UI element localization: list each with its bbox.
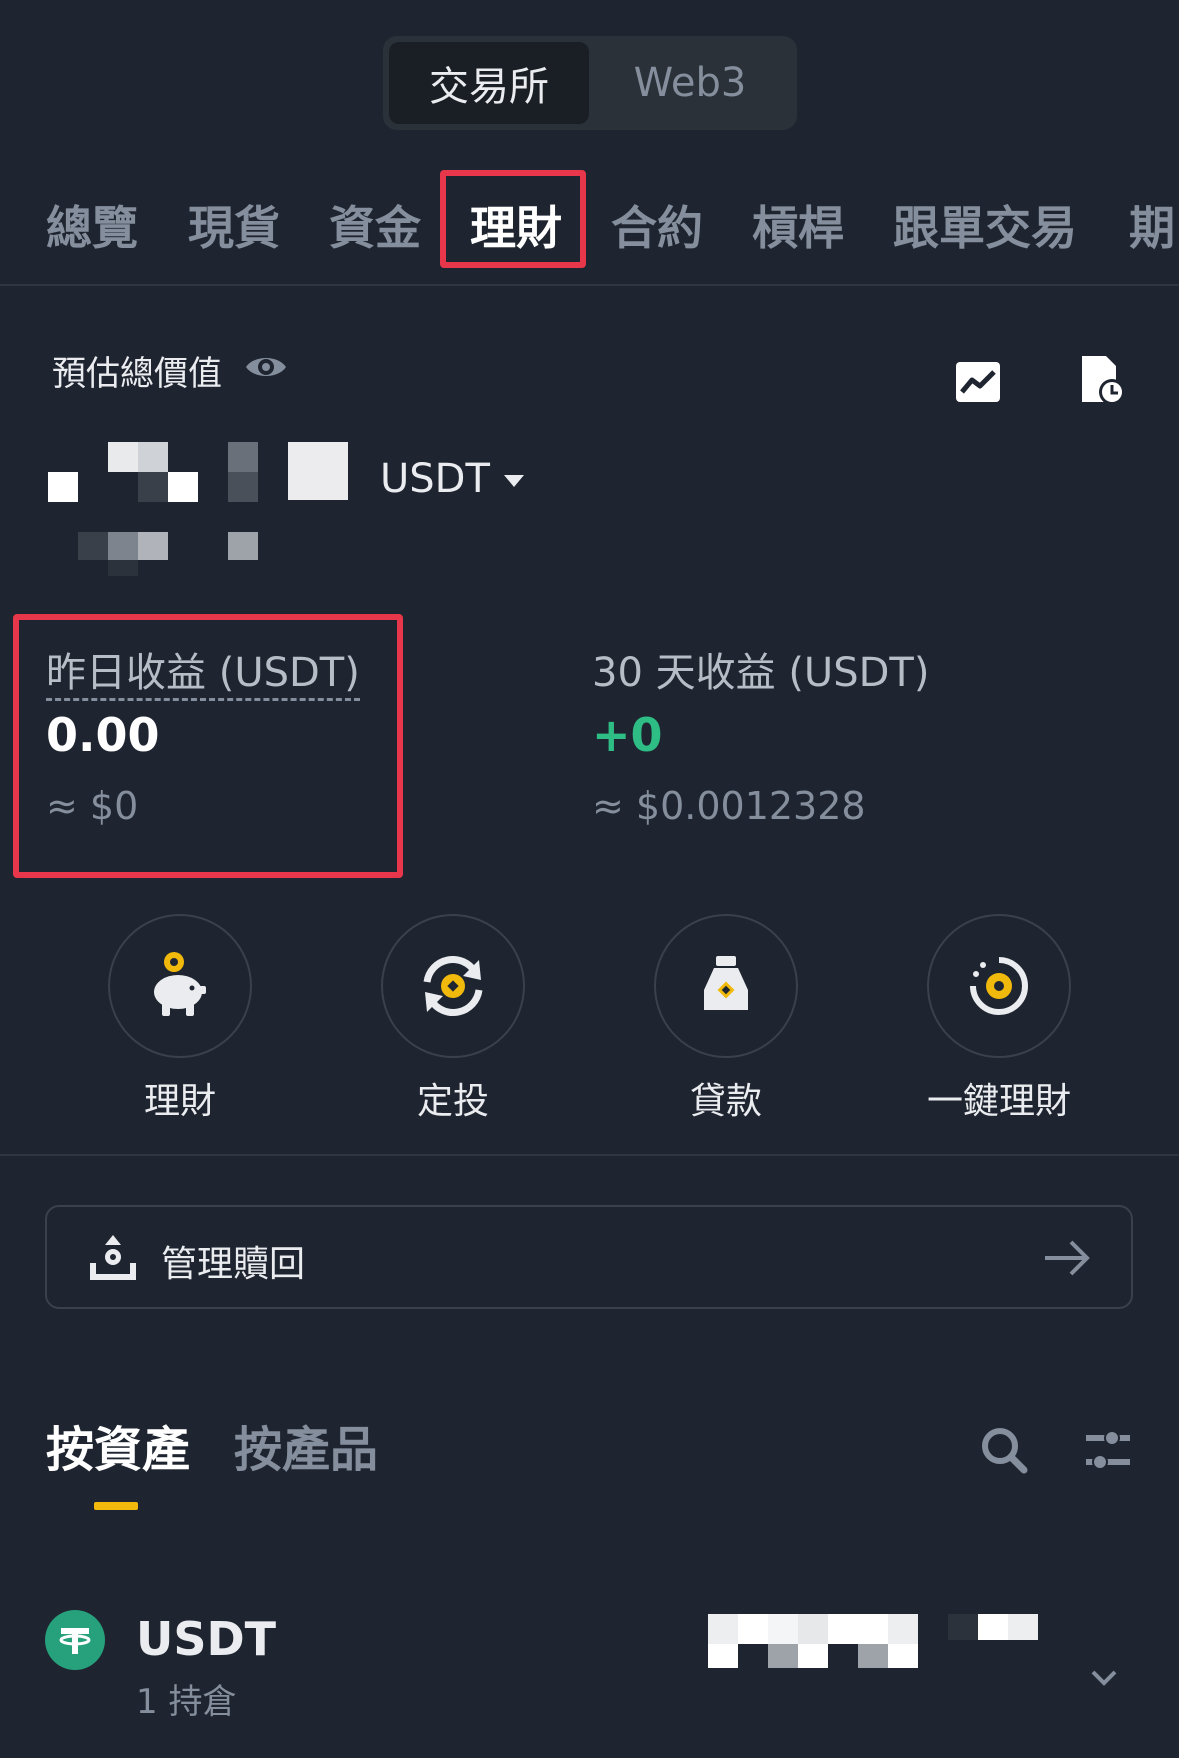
- estimated-total-label: 預估總價值: [52, 354, 222, 394]
- action-loan-label: 貸款: [689, 1081, 762, 1122]
- action-earn-label: 理財: [143, 1081, 216, 1122]
- tab-by-asset[interactable]: 按資產: [46, 1410, 190, 1480]
- filter-icon[interactable]: [1084, 1426, 1132, 1474]
- arrow-right-icon: [1045, 1240, 1090, 1276]
- manage-redeem-row[interactable]: 管理贖回: [45, 1205, 1133, 1309]
- currency-label: USDT: [380, 456, 490, 502]
- tab-overview[interactable]: 總覽: [46, 192, 138, 258]
- tab-by-product[interactable]: 按產品: [234, 1410, 378, 1480]
- category-tabs: 總覽 現貨 資金 理財 合約 槓桿 跟單交易 期: [0, 160, 1179, 284]
- piggy-bank-icon: [154, 952, 206, 1016]
- thirty-day-earnings-usd: ≈ $0.0012328: [592, 784, 866, 828]
- thirty-day-earnings-label: 30 天收益 (USDT): [592, 650, 930, 696]
- asset-positions: 1 持倉: [136, 1682, 237, 1722]
- usdt-coin-icon: [45, 1610, 105, 1670]
- action-one-click-earn-label: 一鍵理財: [926, 1081, 1071, 1122]
- highlight-box-earn-tab: [440, 170, 586, 268]
- tab-spot[interactable]: 現貨: [188, 192, 280, 258]
- exchange-web3-switch: 交易所 Web3: [383, 36, 797, 130]
- switch-web3[interactable]: Web3: [589, 42, 791, 124]
- manage-redeem-label: 管理贖回: [161, 1244, 306, 1285]
- history-icon[interactable]: [1076, 352, 1132, 408]
- action-auto-invest-label: 定投: [416, 1081, 489, 1122]
- search-icon[interactable]: [980, 1426, 1028, 1474]
- tab-futures[interactable]: 合約: [611, 192, 703, 258]
- tab-funding[interactable]: 資金: [329, 192, 421, 258]
- loan-bag-icon: [704, 956, 748, 1010]
- asset-name: USDT: [136, 1612, 277, 1666]
- tab-copy-trading[interactable]: 跟單交易: [893, 192, 1077, 258]
- caret-down-icon: [503, 475, 524, 487]
- redeem-icon: [90, 1235, 136, 1280]
- currency-selector[interactable]: USDT: [380, 456, 524, 502]
- chart-icon[interactable]: [952, 356, 1004, 408]
- action-one-click-earn[interactable]: 一鍵理財: [927, 914, 1071, 1122]
- switch-exchange[interactable]: 交易所: [389, 42, 589, 124]
- tab-options[interactable]: 期: [1129, 192, 1175, 258]
- action-earn[interactable]: 理財: [108, 914, 252, 1122]
- highlight-box-yesterday: [13, 614, 403, 878]
- thirty-day-earnings-value: +0: [592, 708, 663, 762]
- auto-invest-icon: [423, 956, 483, 1016]
- action-auto-invest[interactable]: 定投: [381, 914, 525, 1122]
- one-click-icon: [970, 957, 1028, 1015]
- chevron-down-icon[interactable]: [1090, 1668, 1118, 1688]
- tab-margin[interactable]: 槓桿: [752, 192, 844, 258]
- eye-icon[interactable]: [244, 349, 288, 385]
- tabs-divider: [0, 284, 1179, 286]
- action-loan[interactable]: 貸款: [654, 914, 798, 1122]
- active-tab-indicator: [94, 1502, 138, 1510]
- actions-divider: [0, 1154, 1179, 1156]
